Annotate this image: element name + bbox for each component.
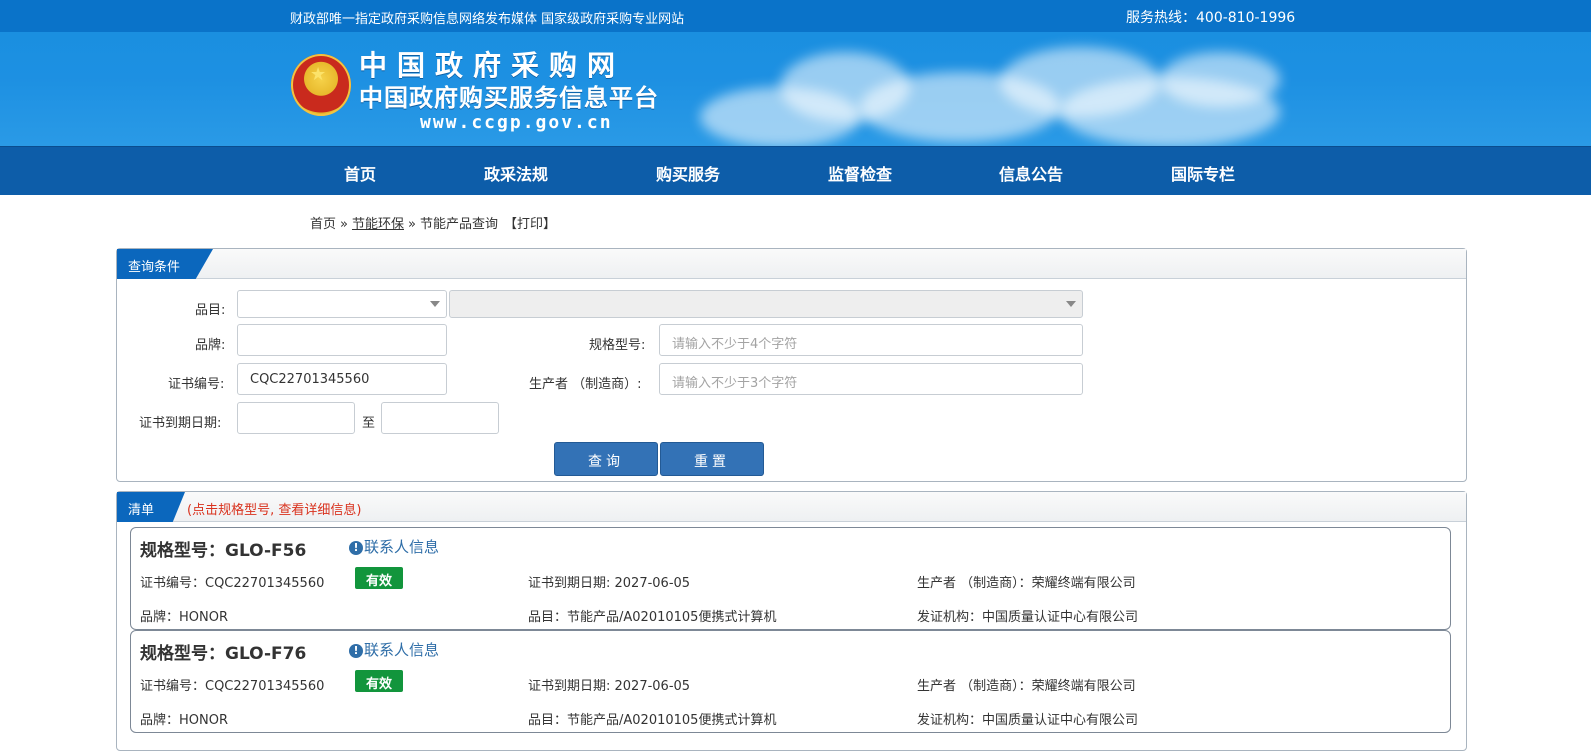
model-input[interactable]: 请输入不少于4个字符	[659, 324, 1083, 356]
model-link[interactable]: 规格型号：GLO-F76	[140, 639, 306, 664]
maker-input[interactable]: 请输入不少于3个字符	[659, 363, 1083, 395]
expire-date-from-input[interactable]	[237, 402, 355, 434]
expire-date-label: 证书到期日期:	[139, 416, 222, 431]
category-select-primary[interactable]	[237, 290, 447, 318]
expire-date: 证书到期日期: 2027-06-05	[528, 679, 691, 694]
brand: 品牌：HONOR	[140, 610, 228, 625]
chevron-down-icon	[1066, 301, 1076, 307]
breadcrumb-current: 节能产品查询	[419, 217, 498, 232]
nav-item-announcements[interactable]: 信息公告	[999, 161, 1063, 185]
cert-number-label: 证书编号:	[168, 377, 225, 392]
query-panel-header: 查询条件	[117, 249, 1466, 279]
site-url: www.ccgp.gov.cn	[420, 112, 613, 133]
manufacturer: 生产者 （制造商）：荣耀终端有限公司	[917, 679, 1136, 694]
breadcrumb-separator: »	[340, 217, 348, 232]
site-subtitle: 中国政府购买服务信息平台	[359, 84, 659, 112]
expire-date: 证书到期日期: 2027-06-05	[528, 576, 691, 591]
result-list-hint: (点击规格型号, 查看详细信息)	[187, 503, 362, 518]
chevron-down-icon	[430, 301, 440, 307]
list-item: 规格型号：GLO-F56 ! 联系人信息 证书编号：CQC22701345560 …	[130, 527, 1451, 630]
date-range-separator: 至	[362, 416, 376, 431]
contact-info-label: 联系人信息	[364, 641, 440, 659]
reset-button[interactable]: 重置	[660, 442, 764, 476]
service-hotline: 服务热线：400-810-1996	[1126, 10, 1296, 26]
category: 品目：节能产品/A02010105便携式计算机	[528, 610, 777, 625]
issuer: 发证机构：中国质量认证中心有限公司	[917, 610, 1139, 625]
contact-info-link[interactable]: ! 联系人信息	[349, 536, 439, 557]
cert-number: 证书编号：CQC22701345560	[140, 576, 325, 591]
model-label: 规格型号:	[589, 338, 646, 353]
maker-label: 生产者 （制造商）:	[529, 377, 642, 392]
nav-item-regulations[interactable]: 政采法规	[484, 161, 548, 185]
site-banner: ★ 中国政府采购网 中国政府购买服务信息平台 www.ccgp.gov.cn	[0, 32, 1591, 146]
category-label: 品目:	[195, 303, 226, 318]
breadcrumb-energy-saving[interactable]: 节能环保	[352, 217, 404, 232]
main-nav: 首页 政采法规 购买服务 监督检查 信息公告 国际专栏	[0, 146, 1591, 195]
breadcrumb-home[interactable]: 首页	[310, 217, 336, 232]
brand: 品牌：HONOR	[140, 713, 228, 728]
contact-info-label: 联系人信息	[364, 538, 440, 556]
nav-item-home[interactable]: 首页	[344, 161, 376, 185]
contact-info-link[interactable]: ! 联系人信息	[349, 639, 439, 660]
issuer: 发证机构：中国质量认证中心有限公司	[917, 713, 1139, 728]
breadcrumb: 首页» 节能环保» 节能产品查询 【打印】	[310, 213, 556, 232]
cert-number: 证书编号：CQC22701345560	[140, 679, 325, 694]
result-list-header: 清单 (点击规格型号, 查看详细信息)	[117, 492, 1466, 522]
model-link[interactable]: 规格型号：GLO-F56	[140, 536, 306, 561]
status-badge: 有效	[355, 567, 403, 589]
info-icon: !	[349, 644, 363, 658]
info-icon: !	[349, 541, 363, 555]
nav-item-international[interactable]: 国际专栏	[1171, 161, 1235, 185]
status-badge: 有效	[355, 670, 403, 692]
manufacturer: 生产者 （制造商）：荣耀终端有限公司	[917, 576, 1136, 591]
brand-input[interactable]	[237, 324, 447, 356]
expire-date-to-input[interactable]	[381, 402, 499, 434]
national-emblem-logo: ★	[291, 54, 351, 116]
nav-item-supervision[interactable]: 监督检查	[828, 161, 892, 185]
query-panel: 查询条件 品目: 品牌: 规格型号: 请输入不少于4个字符 证书编号: CQC2…	[116, 248, 1467, 482]
breadcrumb-separator: »	[408, 217, 416, 232]
category: 品目：节能产品/A02010105便携式计算机	[528, 713, 777, 728]
site-title: 中国政府采购网	[359, 49, 626, 82]
cert-number-input[interactable]: CQC22701345560	[237, 363, 447, 395]
search-button[interactable]: 查询	[554, 442, 658, 476]
result-list-panel: 清单 (点击规格型号, 查看详细信息) 规格型号：GLO-F56 ! 联系人信息 …	[116, 491, 1467, 751]
top-bar: 财政部唯一指定政府采购信息网络发布媒体 国家级政府采购专业网站 服务热线：400…	[0, 0, 1591, 32]
brand-label: 品牌:	[195, 338, 226, 353]
list-item: 规格型号：GLO-F76 ! 联系人信息 证书编号：CQC22701345560 …	[130, 630, 1451, 733]
print-link[interactable]: 【打印】	[504, 217, 556, 232]
result-list-title: 清单	[117, 492, 185, 522]
nav-item-purchase-services[interactable]: 购买服务	[656, 161, 720, 185]
category-select-secondary	[449, 290, 1083, 318]
query-panel-title: 查询条件	[117, 249, 213, 279]
site-slogan: 财政部唯一指定政府采购信息网络发布媒体 国家级政府采购专业网站	[290, 12, 685, 27]
